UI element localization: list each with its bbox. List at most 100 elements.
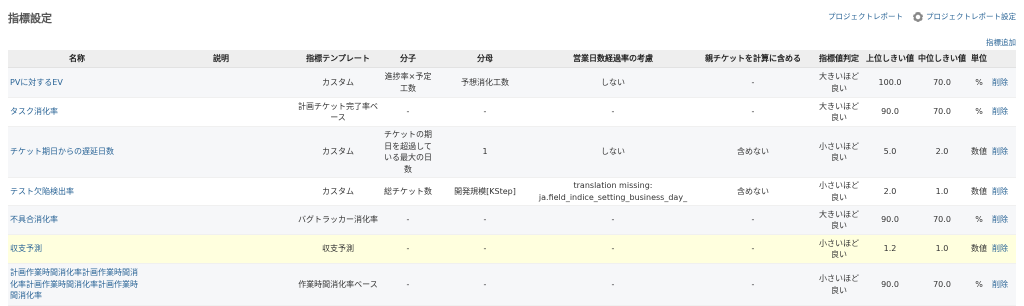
indicator-name-link-cell: PVに対するEV [8, 67, 146, 98]
indicator-unit-cell: 数値 [968, 177, 990, 206]
indicator-upper-threshold: 1.2 [883, 244, 897, 254]
delete-link[interactable]: 削除 [992, 107, 1008, 116]
indicator-middle-threshold: 70.0 [933, 279, 951, 289]
indicator-name-link[interactable]: PVに対するEV [10, 78, 63, 87]
col-header-description: 説明 [146, 50, 296, 68]
indicator-denominator-cell: 開発規模[KStep] [436, 177, 534, 206]
indicator-parent-ticket-cell: 含めない [692, 177, 814, 206]
indicator-middle-threshold-cell: 70.0 [916, 205, 968, 235]
table-row: テスト欠陥検出率 カスタム 総チケット数 開発規模[KStep] translation… [8, 177, 1016, 206]
indicator-middle-threshold: 1.0 [935, 186, 949, 196]
col-header-numerator: 分子 [380, 50, 436, 68]
delete-link[interactable]: 削除 [992, 280, 1008, 289]
indicator-template-cell: 計画チケット完了率ベース [296, 97, 380, 127]
project-report-link[interactable]: プロジェクトレポート [828, 11, 903, 22]
indicator-judge: 大きいほど良い [819, 72, 859, 93]
indicator-description-cell [146, 205, 296, 235]
indicator-denominator-cell: - [436, 234, 534, 264]
col-header-name[interactable]: 名称 [8, 50, 146, 68]
indicator-name-link[interactable]: テスト欠陥検出率 [10, 187, 74, 196]
indicator-template: カスタム [322, 77, 354, 87]
indicator-numerator: 進捗率×予定工数 [384, 72, 432, 93]
indicator-middle-threshold-cell: 2.0 [916, 126, 968, 178]
indicator-business-day: しない [601, 147, 625, 157]
indicator-middle-threshold: 70.0 [933, 77, 951, 87]
indicator-template: 作業時間消化率ベース [298, 279, 378, 289]
indicator-upper-threshold: 5.0 [883, 147, 897, 157]
indicator-middle-threshold: 2.0 [935, 147, 949, 157]
indicator-unit: 数値 [971, 186, 987, 196]
table-row: 計画作業時間消化率計画作業時間消化率計画作業時間消化率計画作業時間消化率 作業時間… [8, 263, 1016, 306]
gear-icon [913, 12, 923, 22]
indicator-description-cell [146, 234, 296, 264]
indicator-denominator: - [483, 244, 487, 254]
col-header-actions [990, 50, 1016, 68]
indicator-denominator: 1 [482, 147, 488, 157]
indicator-judge: 小さいほど良い [819, 141, 859, 163]
col-header-unit: 単位 [968, 50, 990, 68]
indicator-judge-cell: 大きいほど良い [814, 67, 864, 98]
indicator-numerator: - [406, 279, 410, 289]
delete-link-cell: 削除 [990, 67, 1016, 98]
indicator-template-cell: カスタム [296, 67, 380, 98]
table-row: タスク消化率 計画チケット完了率ベース - - - - 大きいほど良い 90.0 70.0% 削除 [8, 97, 1016, 127]
indicator-judge-cell: 小さいほど良い [814, 126, 864, 178]
indicator-upper-threshold: 90.0 [881, 107, 899, 117]
indicator-parent-ticket-cell: - [692, 205, 814, 235]
indicator-parent-ticket: 含めない [737, 186, 769, 196]
add-indicator-link[interactable]: 指標追加 [986, 37, 1016, 48]
delete-link[interactable]: 削除 [992, 244, 1008, 253]
delete-link-cell: 削除 [990, 97, 1016, 127]
indicator-name-link[interactable]: 不具合消化率 [10, 215, 58, 224]
indicator-denominator: 開発規模[KStep] [454, 186, 516, 196]
col-header-denominator: 分母 [436, 50, 534, 68]
indicator-middle-threshold-cell: 1.0 [916, 177, 968, 206]
project-report-settings-label[interactable]: プロジェクトレポート設定 [926, 12, 1016, 21]
indicator-unit: % [975, 279, 983, 289]
indicator-denominator: - [483, 215, 487, 225]
table-header-row: 名称 説明 指標テンプレート 分子 分母 営業日数経過率の考慮 親チケットを計算… [8, 50, 1016, 68]
indicator-name-link[interactable]: タスク消化率 [10, 107, 58, 116]
indicator-template: バグトラッカー消化率 [298, 215, 378, 225]
delete-link[interactable]: 削除 [992, 187, 1008, 196]
delete-link[interactable]: 削除 [992, 147, 1008, 156]
indicator-description-cell [146, 126, 296, 178]
indicator-upper-threshold-cell: 100.0 [864, 67, 916, 98]
indicator-upper-threshold: 2.0 [883, 186, 897, 196]
table-row: 収支予測 収支予測 - - - - 小さいほど良い 1.2 1.0 数値 削除 [8, 234, 1016, 264]
col-header-parent-ticket: 親チケットを計算に含める [692, 50, 814, 68]
indicator-denominator-cell: - [436, 97, 534, 127]
indicator-name-link[interactable]: 収支予測 [10, 244, 42, 253]
indicator-upper-threshold-cell: 90.0 [864, 263, 916, 306]
indicator-business-day-cell: translation missing: ja.field_indice_set… [534, 177, 692, 206]
delete-link-cell: 削除 [990, 234, 1016, 264]
indicator-template: カスタム [322, 186, 354, 196]
top-links: プロジェクトレポート プロジェクトレポート設定 [828, 11, 1016, 22]
project-report-settings-link[interactable]: プロジェクトレポート設定 [913, 11, 1016, 22]
indicator-business-day: - [611, 244, 615, 254]
delete-link[interactable]: 削除 [992, 215, 1008, 224]
indicator-name-link[interactable]: チケット期日からの遅延日数 [10, 147, 114, 156]
indicator-table: 名称 説明 指標テンプレート 分子 分母 営業日数経過率の考慮 親チケットを計算… [8, 50, 1016, 306]
delete-link[interactable]: 削除 [992, 78, 1008, 87]
indicator-template-cell: カスタム [296, 177, 380, 206]
indicator-business-day: - [611, 107, 615, 117]
indicator-template-cell: 収支予測 [296, 234, 380, 264]
col-header-middle-threshold: 中位しきい値 [916, 50, 968, 68]
col-header-upper-threshold: 上位しきい値 [864, 50, 916, 68]
indicator-denominator-cell: - [436, 263, 534, 306]
delete-link-cell: 削除 [990, 263, 1016, 306]
indicator-business-day: - [611, 215, 615, 225]
indicator-name-link-cell: チケット期日からの遅延日数 [8, 126, 146, 178]
indicator-business-day-cell: - [534, 205, 692, 235]
indicator-unit: % [975, 77, 983, 87]
indicator-parent-ticket: - [751, 77, 755, 87]
indicator-judge: 小さいほど良い [819, 238, 859, 260]
page-title: 指標設定 [8, 12, 52, 25]
table-row: チケット期日からの遅延日数 カスタム チケットの期日を超過している最大の日数 1 しない… [8, 126, 1016, 178]
indicator-denominator: - [483, 279, 487, 289]
indicator-judge-cell: 小さいほど良い [814, 263, 864, 306]
indicator-judge: 小さいほど良い [819, 274, 859, 295]
indicator-name-link[interactable]: 計画作業時間消化率計画作業時間消化率計画作業時間消化率計画作業時間消化率 [10, 268, 138, 300]
indicator-business-day-cell: - [534, 97, 692, 127]
